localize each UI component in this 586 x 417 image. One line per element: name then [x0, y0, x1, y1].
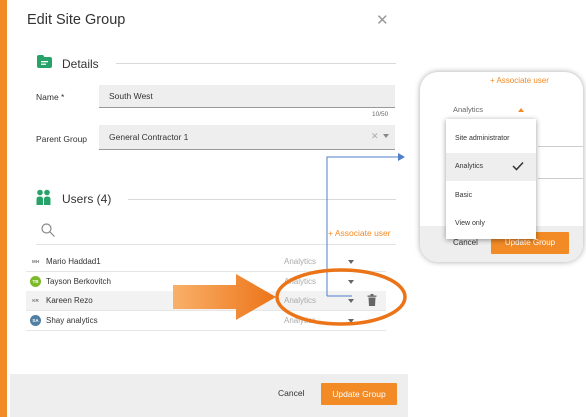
parent-group-select[interactable]: General Contractor 1 [99, 125, 395, 150]
dropdown-option-site-administrator[interactable]: Site administrator [446, 125, 536, 153]
folder-icon [37, 55, 52, 68]
role-dropdown-menu: Site administrator Analytics Basic View … [446, 119, 536, 239]
role-select[interactable]: Analytics [284, 296, 316, 305]
zoom-row-divider [538, 178, 583, 179]
chevron-up-icon[interactable] [518, 108, 524, 112]
table-row[interactable]: TB Tayson Berkovitch Analytics [26, 272, 386, 292]
cancel-button[interactable]: Cancel [278, 388, 304, 398]
chevron-down-icon[interactable] [348, 319, 354, 323]
zoom-role-select[interactable]: Analytics [453, 105, 483, 114]
name-char-counter: 10/50 [372, 111, 389, 118]
users-divider [128, 199, 396, 200]
zoom-cancel-button[interactable]: Cancel [453, 238, 478, 247]
dropdown-option-basic[interactable]: Basic [446, 182, 536, 210]
trash-icon[interactable] [367, 294, 377, 306]
dropdown-option-view-only[interactable]: View only [446, 210, 536, 238]
chevron-down-icon[interactable] [348, 299, 354, 303]
table-row[interactable]: KR Kareen Rezo Analytics [26, 291, 386, 311]
avatar: MH [32, 259, 39, 264]
dropdown-option-analytics[interactable]: Analytics [446, 153, 536, 181]
role-select[interactable]: Analytics [284, 257, 316, 266]
role-select[interactable]: Analytics [284, 316, 316, 325]
dialog-title: Edit Site Group [27, 12, 126, 28]
details-divider [116, 63, 396, 64]
update-group-button[interactable]: Update Group [321, 383, 397, 405]
user-name: Tayson Berkovitch [46, 277, 111, 286]
avatar: TB [30, 276, 41, 287]
zoom-associate-user-link[interactable]: + Associate user [490, 76, 549, 85]
table-row[interactable]: MH Mario Haddad1 Analytics [26, 252, 386, 272]
user-name: Mario Haddad1 [46, 257, 101, 266]
avatar: SA [30, 315, 41, 326]
search-icon[interactable] [41, 223, 55, 237]
avatar: KR [32, 298, 39, 303]
option-label: Site administrator [455, 135, 510, 142]
chevron-down-icon[interactable] [348, 280, 354, 284]
users-icon [36, 189, 51, 205]
search-underline [36, 244, 396, 245]
role-select[interactable]: Analytics [284, 277, 316, 286]
chevron-down-icon[interactable] [383, 134, 389, 138]
chevron-down-icon[interactable] [348, 260, 354, 264]
associate-user-button[interactable]: + Associate user [328, 228, 391, 238]
table-row[interactable]: SA Shay analytics Analytics [26, 311, 386, 331]
checkmark-icon [512, 161, 524, 171]
option-label: Analytics [455, 163, 484, 170]
edit-site-group-dialog: Edit Site Group ✕ Details Name * South W… [10, 0, 408, 417]
option-label: Basic [455, 192, 473, 199]
details-section-title: Details [62, 57, 99, 71]
zoom-row-divider [538, 146, 583, 147]
left-accent-bar [0, 0, 7, 417]
users-section-title: Users (4) [62, 192, 112, 206]
close-icon[interactable]: ✕ [376, 11, 389, 29]
user-name: Kareen Rezo [46, 296, 93, 305]
name-label: Name * [36, 92, 65, 102]
name-field[interactable]: South West [99, 85, 395, 108]
parent-group-label: Parent Group [36, 134, 88, 144]
option-label: View only [455, 220, 485, 227]
user-name: Shay analytics [46, 316, 98, 325]
clear-selection-icon[interactable]: ✕ [371, 131, 379, 142]
